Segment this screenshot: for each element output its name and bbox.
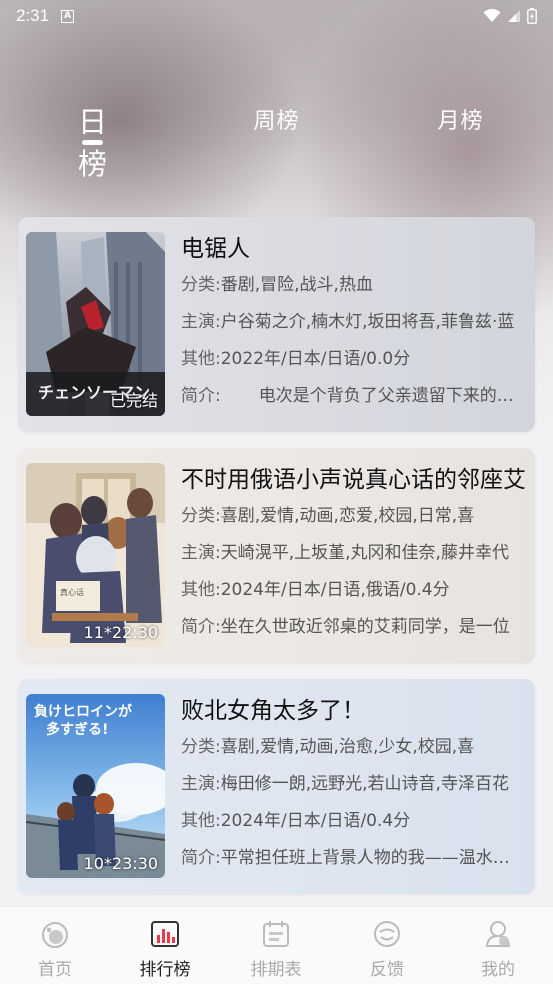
other-row: 其他: 2024年/日本/日语,俄语/0.4分	[181, 572, 526, 609]
category-label: 分类:	[181, 275, 221, 295]
summary-value: 电次是个背负了父亲遗留下来的巨额债务	[258, 386, 526, 406]
category-row: 分类: 番剧,冒险,战斗,热血	[181, 267, 526, 304]
other-row: 其他: 2022年/日本/日语/0.0分	[181, 341, 526, 378]
summary-value: 平常担任班上背景人物的我——温水和彦	[220, 848, 526, 868]
tab-weekly[interactable]: 周榜	[249, 103, 304, 135]
anime-title: 电锯人	[181, 236, 250, 262]
signal-icon	[508, 10, 520, 22]
nav-feedback-label: 反馈	[370, 960, 404, 980]
other-label: 其他:	[181, 811, 221, 831]
nav-feedback[interactable]: 反馈	[332, 907, 442, 984]
other-value: 2024年/日本/日语,俄语/0.4分	[220, 580, 450, 600]
anime-poster: 真心话 11*22:30	[26, 463, 165, 647]
summary-row: 简介: 平常担任班上背景人物的我——温水和彦	[181, 840, 526, 877]
update-badge: 11*22:30	[83, 623, 158, 642]
status-badge: 已完结	[109, 391, 158, 410]
nav-ranking[interactable]: 排行榜	[110, 907, 220, 984]
ranking-tabs: 日榜 周榜 月榜	[0, 95, 553, 181]
summary-label: 简介:	[181, 386, 221, 406]
anime-card[interactable]: 負けヒロインが 多すぎる! 10*23:30 败北女角太多了！ 分类: 喜剧,爱…	[18, 679, 535, 894]
other-label: 其他:	[181, 349, 221, 369]
notification-icon: A	[61, 9, 75, 23]
poster-image: 真心话	[26, 463, 165, 647]
bottom-nav: 首页 排行榜 排期表 反馈 我的	[0, 906, 553, 984]
anime-info: 不时用俄语小声说真心话的邻座艾莉同学 分类: 喜剧,爱情,动画,恋爱,校园,日常…	[181, 462, 526, 646]
other-value: 2024年/日本/日语/0.4分	[220, 811, 411, 831]
anime-title: 不时用俄语小声说真心话的邻座艾莉同学	[181, 467, 526, 493]
other-row: 其他: 2024年/日本/日语/0.4分	[181, 803, 526, 840]
active-tab-indicator	[82, 140, 103, 145]
anime-card[interactable]: 真心话 11*22:30 不时用俄语小声说真心话的邻座艾莉同学 分类: 喜剧,爱…	[18, 448, 535, 663]
chart-icon	[151, 921, 179, 947]
category-value: 喜剧,爱情,动画,治愈,少女,校园,喜	[220, 737, 475, 757]
cast-value: 天崎滉平,上坂堇,丸冈和佳奈,藤井幸代	[220, 543, 509, 563]
other-label: 其他:	[181, 580, 221, 600]
summary-value: 坐在久世政近邻桌的艾莉同学，是一位	[220, 617, 510, 637]
summary-row: 简介: 坐在久世政近邻桌的艾莉同学，是一位	[181, 609, 526, 646]
svg-text:負けヒロインが: 負けヒロインが	[34, 703, 133, 720]
nav-schedule[interactable]: 排期表	[221, 907, 331, 984]
anime-info: 败北女角太多了！ 分类: 喜剧,爱情,动画,治愈,少女,校园,喜 主演: 梅田修…	[181, 693, 526, 877]
cast-value: 户谷菊之介,楠木灯,坂田将吾,菲鲁兹·蓝	[220, 312, 515, 332]
summary-row: 简介: 电次是个背负了父亲遗留下来的巨额债务	[181, 378, 526, 415]
cast-row: 主演: 户谷菊之介,楠木灯,坂田将吾,菲鲁兹·蓝	[181, 304, 526, 341]
nav-home-label: 首页	[38, 960, 72, 980]
other-value: 2022年/日本/日语/0.0分	[220, 349, 411, 369]
category-label: 分类:	[181, 737, 221, 757]
nav-schedule-label: 排期表	[250, 960, 302, 980]
status-time: 2:31	[16, 6, 50, 25]
cast-label: 主演:	[181, 774, 221, 794]
battery-icon	[527, 8, 537, 24]
home-icon	[42, 922, 68, 948]
anime-poster: 負けヒロインが 多すぎる! 10*23:30	[26, 694, 165, 878]
update-badge: 10*23:30	[83, 854, 158, 873]
cast-label: 主演:	[181, 543, 221, 563]
cast-row: 主演: 天崎滉平,上坂堇,丸冈和佳奈,藤井幸代	[181, 535, 526, 572]
poster-image: 負けヒロインが 多すぎる!	[26, 694, 165, 878]
status-bar: 2:31 A	[0, 0, 553, 32]
cast-row: 主演: 梅田修一朗,远野光,若山诗音,寺泽百花	[181, 766, 526, 803]
nav-home[interactable]: 首页	[0, 907, 110, 984]
feedback-icon	[374, 921, 400, 947]
nav-mine[interactable]: 我的	[443, 907, 553, 984]
anime-poster: チェンソーマン 已完结	[26, 232, 165, 416]
category-row: 分类: 喜剧,爱情,动画,治愈,少女,校园,喜	[181, 729, 526, 766]
category-label: 分类:	[181, 506, 221, 526]
svg-text:真心话: 真心话	[60, 587, 84, 597]
summary-label: 简介:	[181, 848, 221, 868]
nav-mine-label: 我的	[481, 960, 515, 980]
wifi-icon	[483, 9, 501, 22]
nav-ranking-label: 排行榜	[139, 960, 191, 980]
category-value: 喜剧,爱情,动画,恋爱,校园,日常,喜	[220, 506, 475, 526]
anime-info: 电锯人 分类: 番剧,冒险,战斗,热血 主演: 户谷菊之介,楠木灯,坂田将吾,菲…	[181, 231, 526, 415]
category-row: 分类: 喜剧,爱情,动画,恋爱,校园,日常,喜	[181, 498, 526, 535]
anime-title: 败北女角太多了！	[181, 698, 365, 724]
category-value: 番剧,冒险,战斗,热血	[220, 275, 373, 295]
cast-value: 梅田修一朗,远野光,若山诗音,寺泽百花	[220, 774, 509, 794]
svg-text:多すぎる!: 多すぎる!	[46, 721, 108, 738]
profile-icon	[485, 921, 511, 947]
cast-label: 主演:	[181, 312, 221, 332]
calendar-icon	[263, 921, 289, 947]
tab-monthly[interactable]: 月榜	[433, 103, 488, 135]
anime-card[interactable]: チェンソーマン 已完结 电锯人 分类: 番剧,冒险,战斗,热血 主演: 户谷菊之…	[18, 217, 535, 432]
summary-label: 简介:	[181, 617, 221, 637]
